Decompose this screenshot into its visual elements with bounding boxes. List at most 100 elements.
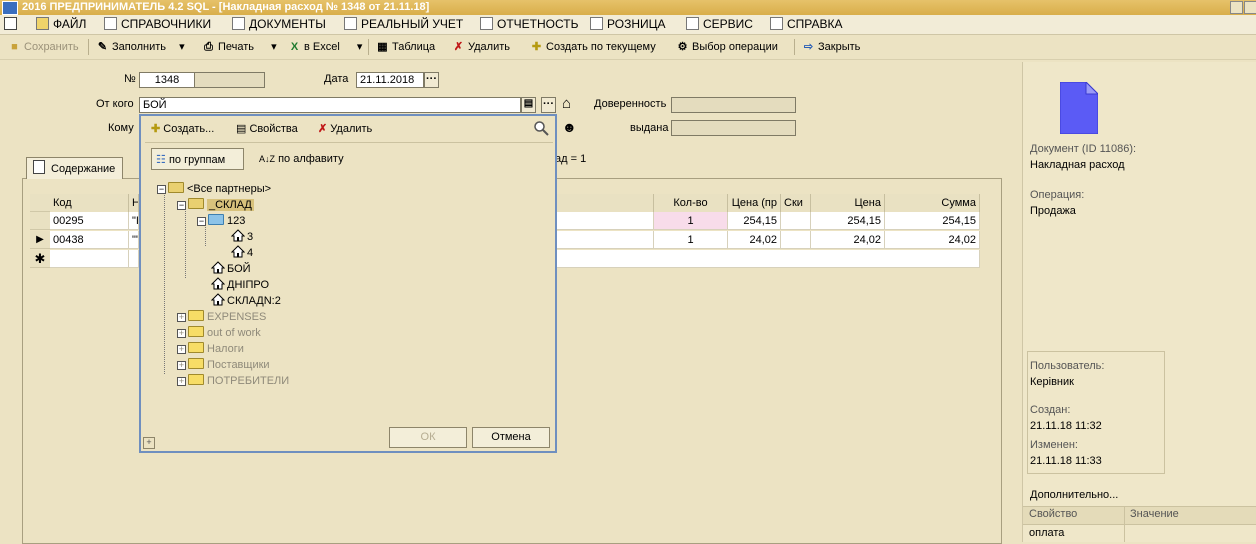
menu-reports[interactable]: ОТЧЕТНОСТЬ <box>480 15 578 34</box>
folder-icon <box>188 358 204 369</box>
menu-directories[interactable]: СПРАВОЧНИКИ <box>104 15 211 34</box>
table-button[interactable]: ▦ Таблица <box>376 39 435 55</box>
row-header[interactable] <box>30 212 50 230</box>
tree-node-dnipro[interactable]: ДНІПРО <box>211 277 269 293</box>
cell-discount[interactable] <box>781 231 811 249</box>
menu-documents[interactable]: ДОКУМЕНТЫ <box>232 15 326 34</box>
tree-node-expenses[interactable]: + EXPENSES <box>177 309 266 325</box>
cell-sum[interactable]: 24,02 <box>885 231 980 249</box>
col-qty[interactable]: Кол-во <box>654 194 728 212</box>
menu-help[interactable]: СПРАВКА <box>770 15 843 34</box>
tree-node-out-of-work-label: out of work <box>207 327 261 339</box>
collapse-icon[interactable]: − <box>157 185 166 194</box>
cell-name-tail[interactable] <box>557 231 654 249</box>
proxy-field[interactable] <box>671 97 796 113</box>
menu-retail[interactable]: РОЗНИЦА <box>590 15 666 34</box>
tree-node-root[interactable]: − <Все партнеры> <box>157 181 271 197</box>
menu-service[interactable]: СЕРВИС <box>686 15 753 34</box>
tree-node-123[interactable]: − 123 <box>197 213 245 229</box>
search-icon[interactable] <box>533 120 549 136</box>
create-from-current-button[interactable]: ✚ Создать по текущему <box>530 39 656 55</box>
expand-icon[interactable]: + <box>177 313 186 322</box>
tree-node-boy[interactable]: БОЙ <box>211 261 251 277</box>
collapse-icon[interactable]: − <box>177 201 186 210</box>
menu-real-accounting[interactable]: РЕАЛЬНЫЙ УЧЕТ <box>344 15 463 34</box>
prop-row-payment[interactable]: оплата <box>1029 527 1064 539</box>
choose-operation-button[interactable]: ⚙ Выбор операции <box>676 39 778 55</box>
cell-sum[interactable]: 254,15 <box>885 212 980 230</box>
cancel-button[interactable]: Отмена <box>472 427 550 448</box>
tree-node-3[interactable]: 3 <box>231 229 253 245</box>
home-icon[interactable]: ⌂ <box>562 95 571 112</box>
expand-icon[interactable]: + <box>177 361 186 370</box>
number-field[interactable]: 1348 <box>139 72 195 88</box>
additional-link[interactable]: Дополнительно... <box>1030 489 1118 501</box>
card-icon[interactable]: ▤ <box>521 97 536 113</box>
restore-button[interactable] <box>1244 1 1256 14</box>
tree-node-4[interactable]: 4 <box>231 245 253 261</box>
document-icon[interactable] <box>4 15 21 34</box>
date-field[interactable]: 21.11.2018 <box>356 72 424 88</box>
menu-file[interactable]: ФАЙЛ <box>36 15 86 34</box>
excel-button[interactable]: Xв Excel ▾ <box>288 39 363 55</box>
col-discount[interactable]: Ски <box>781 194 811 212</box>
cell-qty[interactable]: 1 <box>654 212 728 230</box>
tree-node-suppliers[interactable]: + Поставщики <box>177 357 270 373</box>
tree-node-sklad[interactable]: − _СКЛАД <box>177 197 254 213</box>
cell-qty[interactable]: 1 <box>654 231 728 249</box>
resize-grip-icon[interactable]: + <box>143 437 155 449</box>
print-button[interactable]: ⎙ Печать ▾ <box>202 39 277 55</box>
popup-delete-button[interactable]: ✗ Удалить <box>318 122 372 135</box>
save-button[interactable]: ■ Сохранить <box>8 39 79 55</box>
print-dropdown-icon[interactable]: ▾ <box>271 41 277 53</box>
tab-by-groups[interactable]: ☷ по группам <box>151 148 244 170</box>
minimize-button[interactable] <box>1230 1 1243 14</box>
tree-node-taxes[interactable]: + Налоги <box>177 341 244 357</box>
person-icon[interactable]: ☻ <box>562 119 577 135</box>
col-price[interactable]: Цена <box>811 194 885 212</box>
new-row-indicator[interactable]: ✱ <box>30 250 50 268</box>
date-picker-button[interactable]: ··· <box>424 72 439 88</box>
value-col-header[interactable]: Значение <box>1130 508 1179 520</box>
fill-dropdown-icon[interactable]: ▾ <box>179 41 185 53</box>
prop-col-header[interactable]: Свойство <box>1029 508 1077 520</box>
cell-name[interactable]: "' <box>129 231 139 249</box>
cell-new[interactable] <box>129 250 139 268</box>
expand-icon[interactable]: + <box>177 329 186 338</box>
popup-create-button[interactable]: ✚ Создать... <box>151 122 214 135</box>
cell-price-list[interactable]: 24,02 <box>728 231 781 249</box>
cell-price[interactable]: 24,02 <box>811 231 885 249</box>
cell-name-tail[interactable] <box>557 212 654 230</box>
cell-new[interactable] <box>557 250 980 268</box>
tree-node-out-of-work[interactable]: + out of work <box>177 325 261 341</box>
issued-field[interactable] <box>671 120 796 136</box>
tree-node-consumers[interactable]: + ПОТРЕБИТЕЛИ <box>177 373 289 389</box>
cell-code[interactable]: 00295 <box>50 212 129 230</box>
expand-icon[interactable]: + <box>177 345 186 354</box>
from-select-button[interactable]: ··· <box>541 97 556 113</box>
ok-button[interactable]: ОК <box>389 427 467 448</box>
fill-button[interactable]: ✎ Заполнить ▾ <box>96 39 185 55</box>
tree-node-sklad2[interactable]: СКЛАДN:2 <box>211 293 281 309</box>
col-code[interactable]: Код <box>50 194 129 212</box>
col-price-list[interactable]: Цена (пр <box>728 194 781 212</box>
excel-dropdown-icon[interactable]: ▾ <box>357 41 363 53</box>
issued-label: выдана <box>630 122 669 134</box>
tab-content[interactable]: Содержание <box>26 157 123 179</box>
cell-new[interactable] <box>50 250 129 268</box>
collapse-icon[interactable]: − <box>197 217 206 226</box>
cell-price[interactable]: 254,15 <box>811 212 885 230</box>
cell-discount[interactable] <box>781 212 811 230</box>
from-field[interactable]: БОЙ <box>139 97 521 113</box>
tab-alphabetical[interactable]: A↓Z по алфавиту <box>253 148 357 170</box>
delete-button[interactable]: ✗ Удалить <box>452 39 510 55</box>
current-row-indicator[interactable]: ▶ <box>30 231 50 249</box>
cell-price-list[interactable]: 254,15 <box>728 212 781 230</box>
popup-properties-button[interactable]: ▤ Свойства <box>236 122 298 135</box>
cell-name[interactable]: "I <box>129 212 139 230</box>
expand-icon[interactable]: + <box>177 377 186 386</box>
col-name[interactable]: Н <box>129 194 139 212</box>
close-button[interactable]: ⇨ Закрыть <box>802 39 860 55</box>
cell-code[interactable]: 00438 <box>50 231 129 249</box>
col-sum[interactable]: Сумма <box>885 194 980 212</box>
